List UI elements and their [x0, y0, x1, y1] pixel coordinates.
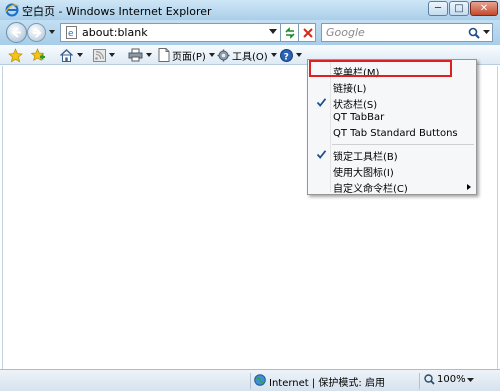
status-divider: [250, 373, 251, 389]
menu-item-qt-tabbar[interactable]: QT TabBar: [310, 111, 474, 127]
page-icon: [158, 48, 170, 62]
close-button[interactable]: ✕: [470, 1, 498, 16]
gear-icon: [217, 49, 230, 61]
home-dropdown-icon[interactable]: [77, 53, 83, 57]
stop-button[interactable]: [299, 23, 316, 42]
security-zone-text[interactable]: Internet | 保护模式: 启用: [269, 374, 385, 389]
refresh-button[interactable]: [281, 23, 299, 42]
help-icon: ?: [280, 48, 293, 62]
menu-item-large-icons[interactable]: 使用大图标(I): [310, 163, 474, 179]
status-divider: [419, 373, 420, 389]
address-field[interactable]: e about:blank: [60, 23, 281, 42]
menu-item-qt-tab-standard-buttons[interactable]: QT Tab Standard Buttons: [310, 127, 474, 143]
checkmark-icon: [316, 98, 327, 107]
maximize-button[interactable]: □: [449, 1, 469, 16]
address-url[interactable]: about:blank: [82, 26, 148, 39]
favorites-button[interactable]: [8, 47, 23, 63]
svg-text:?: ?: [284, 52, 289, 62]
feeds-dropdown-icon[interactable]: [109, 53, 115, 57]
menu-item-customize-command-bar[interactable]: 自定义命令栏(C): [310, 179, 474, 195]
menu-item-label: 使用大图标(I): [333, 168, 394, 179]
back-button[interactable]: [6, 22, 27, 43]
zoom-dropdown-icon[interactable]: [467, 378, 474, 383]
page-menu-label: 页面(P): [172, 51, 206, 63]
search-options-dropdown-icon[interactable]: [483, 30, 490, 35]
menu-item-label: 自定义命令栏(C): [333, 184, 408, 195]
ie-logo-icon: [5, 3, 19, 17]
tools-menu-button[interactable]: 工具(O): [217, 47, 277, 63]
print-dropdown-icon[interactable]: [146, 53, 152, 57]
menu-item-label: 锁定工具栏(B): [333, 152, 398, 163]
toolbar-context-menu: 菜单栏(M) 链接(L) 状态栏(S) QT TabBar QT Tab Sta…: [307, 59, 477, 195]
rss-feed-icon: [93, 48, 106, 62]
navigation-bar: e about:blank Google: [0, 20, 500, 45]
arrow-left-icon: [11, 27, 21, 38]
tools-menu-label: 工具(O): [232, 51, 268, 63]
star-icon: [8, 47, 23, 63]
ie-window: 空白页 - Windows Internet Explorer ─ □ ✕ e …: [0, 0, 500, 391]
add-favorite-icon: [31, 47, 45, 61]
recent-pages-dropdown-icon[interactable]: [48, 28, 56, 36]
page-icon: e: [66, 26, 77, 39]
zoom-icon[interactable]: [424, 374, 435, 385]
menu-separator: [332, 144, 474, 145]
title-bar[interactable]: 空白页 - Windows Internet Explorer ─ □ ✕: [0, 0, 500, 20]
menu-item-label: 状态栏(S): [333, 100, 378, 111]
globe-icon: [254, 374, 266, 386]
printer-icon: [128, 48, 143, 62]
print-button[interactable]: [128, 47, 152, 63]
arrow-right-icon: [32, 28, 42, 38]
zoom-level[interactable]: 100%: [437, 374, 466, 385]
status-bar: Internet | 保护模式: 启用 100%: [0, 369, 500, 391]
menu-item-links[interactable]: 链接(L): [310, 79, 474, 95]
menu-item-lock-toolbars[interactable]: 锁定工具栏(B): [310, 147, 474, 163]
menu-item-status-bar[interactable]: 状态栏(S): [310, 95, 474, 111]
forward-button[interactable]: [27, 23, 46, 42]
checkmark-icon: [316, 150, 327, 159]
feeds-button[interactable]: [93, 47, 115, 63]
minimize-button[interactable]: ─: [428, 1, 448, 16]
page-menu-button[interactable]: 页面(P): [158, 47, 215, 63]
tools-menu-dropdown-icon: [270, 53, 277, 57]
home-icon: [60, 48, 73, 62]
add-favorites-button[interactable]: [31, 47, 46, 63]
stop-icon: [303, 28, 313, 38]
svg-text:e: e: [68, 29, 74, 39]
search-box[interactable]: Google: [321, 23, 493, 42]
menu-item-label: QT Tab Standard Buttons: [333, 128, 458, 139]
help-dropdown-icon[interactable]: [296, 53, 302, 57]
chevron-down-icon[interactable]: [269, 29, 277, 35]
refresh-icon: [285, 27, 295, 39]
window-title: 空白页 - Windows Internet Explorer: [22, 5, 212, 18]
page-menu-dropdown-icon: [208, 53, 215, 57]
search-icon[interactable]: [468, 27, 480, 39]
home-button[interactable]: [59, 47, 83, 63]
menu-item-label: 链接(L): [333, 84, 367, 95]
search-input[interactable]: Google: [326, 26, 365, 39]
menu-item-label: QT TabBar: [333, 112, 385, 123]
highlight-annotation-box: [309, 60, 452, 77]
submenu-arrow-icon: [467, 184, 471, 190]
help-button[interactable]: ?: [280, 47, 302, 63]
